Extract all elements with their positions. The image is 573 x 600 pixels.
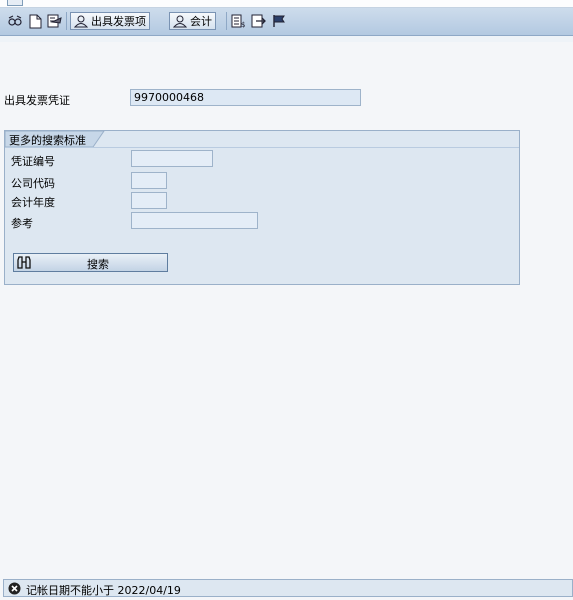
group-title-tab: 更多的搜索标准 — [5, 131, 105, 147]
issue-invoice-item-button[interactable]: 出具发票项 — [70, 12, 150, 30]
toolbar-underline — [0, 36, 573, 42]
flag-icon[interactable] — [270, 12, 288, 30]
other-document-icon[interactable] — [46, 12, 64, 30]
user-icon — [173, 15, 187, 27]
tax-data-icon[interactable]: $ — [230, 12, 248, 30]
search-button[interactable]: 搜索 — [13, 253, 168, 272]
status-bar: 记帐日期不能小于 2022/04/19 — [3, 579, 573, 597]
status-message: 记帐日期不能小于 2022/04/19 — [26, 584, 181, 597]
invoice-voucher-field[interactable]: 9970000468 — [130, 89, 361, 106]
reference-label: 参考 — [11, 217, 33, 230]
user-icon — [74, 15, 88, 27]
accounting-button[interactable]: 会计 — [169, 12, 216, 30]
fiscal-year-label: 会计年度 — [11, 196, 55, 209]
binoculars-icon — [17, 256, 31, 272]
fiscal-year-field[interactable] — [131, 192, 167, 209]
menu-stub-button[interactable] — [7, 0, 23, 6]
invoice-voucher-label: 出具发票凭证 — [4, 94, 70, 107]
search-button-label: 搜索 — [87, 258, 109, 271]
issue-invoice-item-label: 出具发票项 — [91, 15, 146, 28]
reference-field[interactable] — [131, 212, 258, 229]
accounting-label: 会计 — [190, 15, 212, 28]
create-document-icon[interactable] — [26, 12, 44, 30]
export-icon[interactable] — [250, 12, 268, 30]
more-search-criteria-group: 更多的搜索标准 凭证编号 公司代码 会计年度 参考 搜索 — [4, 130, 520, 285]
svg-text:$: $ — [241, 21, 245, 28]
top-menu-strip — [0, 0, 573, 8]
company-code-label: 公司代码 — [11, 177, 55, 190]
error-icon — [8, 582, 21, 598]
company-code-field[interactable] — [131, 172, 167, 189]
voucher-number-label: 凭证编号 — [11, 155, 55, 168]
group-title: 更多的搜索标准 — [9, 134, 86, 147]
voucher-number-field[interactable] — [131, 150, 213, 167]
application-toolbar: 出具发票项 会计 $ — [0, 8, 573, 36]
display-change-icon[interactable] — [6, 12, 24, 30]
